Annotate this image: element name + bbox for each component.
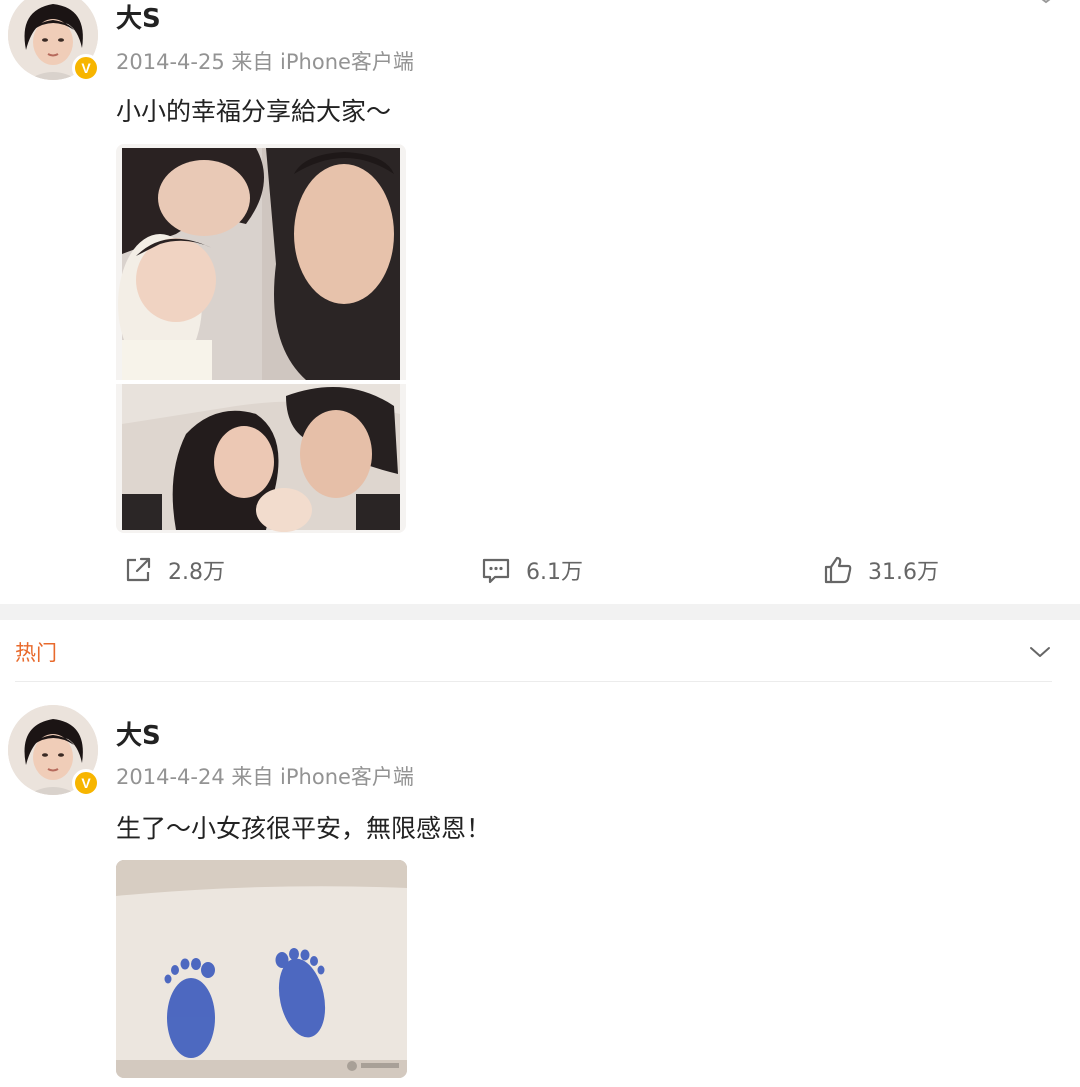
- chevron-down-icon[interactable]: [1028, 640, 1052, 664]
- comment-count: 6.1万: [526, 560, 583, 585]
- weibo-post: V 大S 2014-4-25 来自 iPhone客户端 小小的幸福分享給大家～: [0, 0, 1080, 604]
- post-source: 来自 iPhone客户端: [231, 50, 414, 74]
- comment-icon: [482, 558, 510, 584]
- comment-button[interactable]: 6.1万: [480, 550, 583, 590]
- more-options-icon[interactable]: [1036, 0, 1056, 4]
- like-count: 31.6万: [868, 560, 939, 585]
- post-text: 小小的幸福分享給大家～: [116, 97, 392, 126]
- post-image[interactable]: [116, 144, 406, 533]
- author-name[interactable]: 大S: [116, 0, 161, 35]
- hot-label[interactable]: 热门: [15, 637, 57, 667]
- post-text: 生了～小女孩很平安，無限感恩！: [116, 814, 492, 843]
- section-divider: [0, 604, 1080, 620]
- repost-button[interactable]: 2.8万: [122, 550, 225, 590]
- post-date: 2014-4-25: [116, 50, 225, 74]
- verified-badge-icon: V: [72, 769, 100, 797]
- action-bar: 2.8万 6.1万 31.6万: [0, 550, 1080, 590]
- repost-count: 2.8万: [168, 560, 225, 585]
- hot-section-header: 热门: [0, 620, 1080, 682]
- post-image[interactable]: [116, 860, 407, 1078]
- verified-badge-icon: V: [72, 54, 100, 82]
- author-name[interactable]: 大S: [116, 715, 161, 752]
- post-meta: 2014-4-24 来自 iPhone客户端: [116, 761, 414, 791]
- post-meta: 2014-4-25 来自 iPhone客户端: [116, 46, 414, 76]
- like-button[interactable]: 31.6万: [822, 550, 939, 590]
- thumbs-up-icon: [824, 556, 852, 584]
- post-source: 来自 iPhone客户端: [231, 765, 414, 789]
- post-date: 2014-4-24: [116, 765, 225, 789]
- weibo-post: V 大S 2014-4-24 来自 iPhone客户端 生了～小女孩很平安，無限…: [0, 682, 1080, 1087]
- repost-icon: [126, 557, 151, 582]
